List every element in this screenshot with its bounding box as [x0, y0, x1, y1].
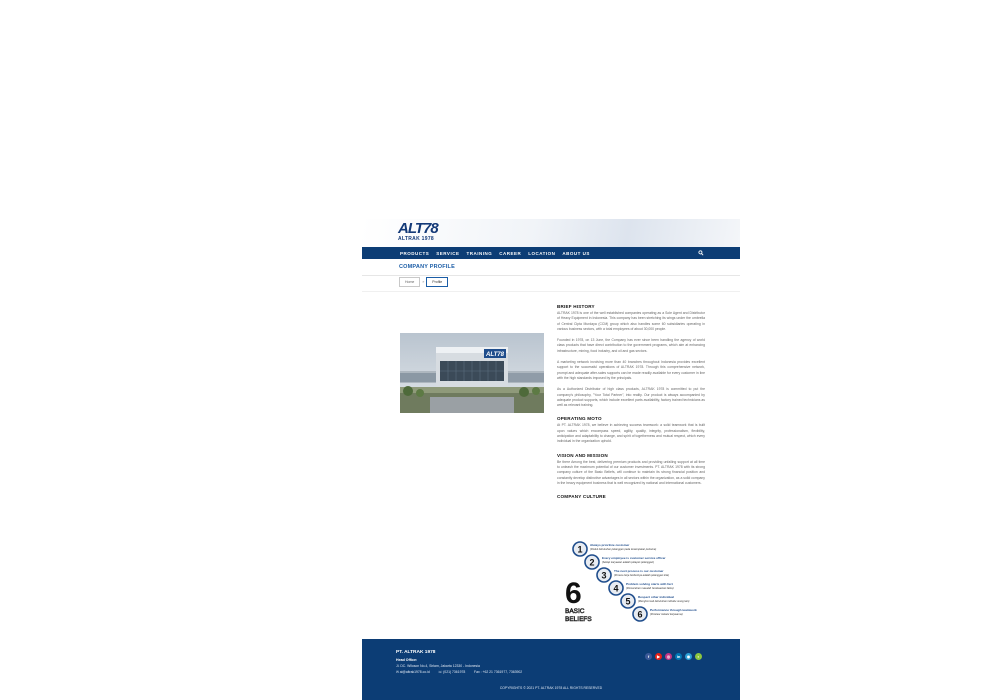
site-header: ALT78 ALTRAK 1978 — [362, 219, 740, 247]
search-icon[interactable] — [698, 250, 704, 256]
svg-text:Performance through teamwork: Performance through teamwork — [650, 608, 697, 612]
svg-text:(Menghormati kebutuhan individ: (Menghormati kebutuhan individu orang la… — [638, 599, 689, 603]
footer-address: Jl. DC. Wiloson No.4, Sirlam, Jakarta 12… — [396, 664, 480, 668]
history-paragraph-2: Founded in 1978, on 13 June, the Company… — [557, 338, 705, 353]
svg-text:Always prioritize customer: Always prioritize customer — [590, 543, 630, 547]
nav-about-us[interactable]: ABOUT US — [562, 251, 590, 256]
footer-company-name: PT. ALTRAK 1978 — [396, 650, 436, 655]
footer-copyright: COPYRIGHTS © 2021 PT. ALTRAK 1978 ALL RI… — [499, 686, 603, 690]
history-paragraph-3: A marketing network involving more than … — [557, 360, 705, 380]
beliefs-big-number: 6 — [565, 577, 582, 610]
belief-item: 1 Always prioritize customer (Peduli keb… — [572, 541, 656, 557]
history-paragraph-1: ALTRAK 1978 is one of the well establish… — [557, 311, 705, 331]
footer-email[interactable]: ✉ ai@altrak1978.co.id — [396, 670, 430, 674]
altrak-logo[interactable]: ALT78 ALTRAK 1978 — [398, 220, 450, 243]
website-page: ALT78 ALTRAK 1978 PRODUCTS SERVICE TRAIN… — [362, 219, 740, 700]
brief-history-heading: BRIEF HISTORY — [557, 304, 595, 309]
app-icon[interactable]: ◐ — [695, 653, 702, 660]
svg-text:3: 3 — [601, 571, 606, 581]
history-paragraph-4: As a Authorized Distributor of high clas… — [557, 387, 705, 408]
breadcrumb-separator: » — [422, 280, 425, 284]
belief-item: 5 Respect other individual (Menghormati … — [620, 593, 689, 609]
svg-text:4: 4 — [613, 584, 618, 594]
footer-fax: Fax : +62 21 7361977, 7363902 — [474, 670, 523, 674]
breadcrumb: Home » Profile — [399, 276, 449, 288]
belief-item: 4 Problem solving starts with fact (Peme… — [608, 580, 674, 596]
divider — [362, 291, 740, 292]
nav-training[interactable]: TRAINING — [466, 251, 492, 256]
logo-mark: ALT78 — [398, 220, 439, 237]
svg-text:The next process is our custom: The next process is our customer — [614, 569, 664, 573]
nav-service[interactable]: SERVICE — [436, 251, 459, 256]
office-building-photo: ALT78 — [400, 333, 544, 413]
svg-text:Every employee is customer ser: Every employee is customer service offic… — [602, 556, 666, 560]
svg-text:1: 1 — [577, 545, 582, 555]
page-title: COMPANY PROFILE — [399, 264, 455, 270]
logo-subtitle: ALTRAK 1978 — [398, 236, 434, 242]
social-links: f ▶ ◎ in ◉ ◐ — [645, 653, 702, 660]
nav-career[interactable]: CAREER — [499, 251, 521, 256]
svg-text:Respect other individual: Respect other individual — [638, 595, 674, 599]
nav-location[interactable]: LOCATION — [528, 251, 555, 256]
belief-item: 6 Performance through teamwork (Prestasi… — [632, 606, 697, 622]
beliefs-label-basic: BASIC — [565, 608, 585, 615]
svg-text:(Proses kerja berikutnya adala: (Proses kerja berikutnya adalah pelangga… — [614, 573, 669, 577]
profile-content: BRIEF HISTORY ALTRAK 1978 is one of the … — [557, 304, 705, 501]
facebook-icon[interactable]: f — [645, 653, 652, 660]
instagram-icon[interactable]: ◎ — [665, 653, 672, 660]
svg-text:Problem solving starts with fa: Problem solving starts with fact — [626, 582, 673, 586]
breadcrumb-home[interactable]: Home — [399, 277, 421, 287]
company-culture-heading: COMPANY CULTURE — [557, 494, 606, 500]
nav-products[interactable]: PRODUCTS — [400, 251, 429, 256]
svg-text:(Prestasi melalui kerjasama): (Prestasi melalui kerjasama) — [650, 612, 683, 616]
building-sign: ALT78 — [485, 352, 505, 358]
site-footer: PT. ALTRAK 1978 Head Office: Jl. DC. Wil… — [362, 639, 740, 700]
youtube-icon[interactable]: ▶ — [655, 653, 662, 660]
beliefs-label-beliefs: BELIEFS — [565, 616, 592, 623]
belief-item: 2 Every employee is customer service off… — [584, 554, 666, 570]
basic-beliefs-diagram: 6 BASIC BELIEFS 1 Always prioritize cust… — [565, 541, 697, 623]
svg-text:(Setiap karyawan adalah pelaya: (Setiap karyawan adalah pelayan pelangga… — [602, 560, 654, 564]
belief-item: 3 The next process is our customer (Pros… — [596, 567, 669, 583]
operating-moto-heading: OPERATING MOTO — [557, 416, 602, 422]
footer-head-office-label: Head Office: — [396, 658, 418, 662]
moto-paragraph: At PT. ALTRAK 1978, we believe in achiev… — [557, 423, 705, 444]
web-icon[interactable]: ◉ — [685, 653, 692, 660]
main-navigation: PRODUCTS SERVICE TRAINING CAREER LOCATIO… — [362, 247, 740, 259]
breadcrumb-current: Profile — [426, 277, 449, 287]
svg-text:6: 6 — [637, 610, 642, 620]
vision-paragraph: Be there Among the best, delivering prem… — [557, 459, 705, 485]
svg-text:(Peduli kebutuhan pelanggan pa: (Peduli kebutuhan pelanggan pada kesempa… — [590, 547, 656, 551]
svg-text:(Pemecahan masalah berdasarkan: (Pemecahan masalah berdasarkan fakta) — [626, 586, 674, 590]
page-title-bar: COMPANY PROFILE — [362, 259, 740, 276]
svg-text:5: 5 — [625, 597, 630, 607]
footer-phone[interactable]: ☏ (021) 7361978 — [438, 670, 465, 674]
linkedin-icon[interactable]: in — [675, 653, 682, 660]
vision-mission-heading: VISION AND MISSION — [557, 452, 608, 458]
svg-text:2: 2 — [589, 558, 594, 568]
